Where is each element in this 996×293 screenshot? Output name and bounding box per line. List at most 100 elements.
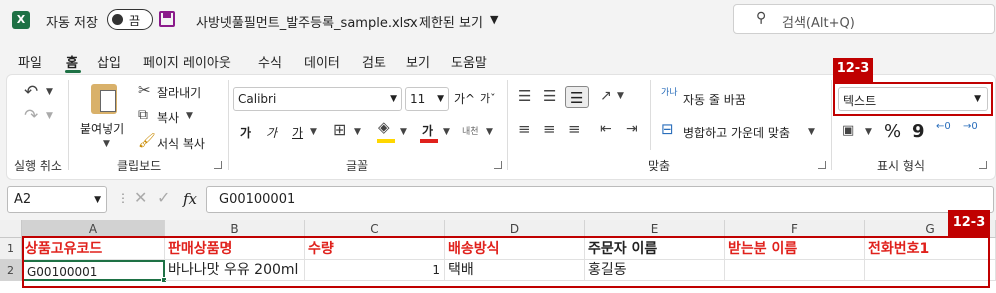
font-launcher-icon[interactable] [494,161,502,169]
row-header-2[interactable]: 2 [0,260,22,281]
chevron-down-icon[interactable]: ▼ [186,112,193,121]
increase-indent-icon[interactable]: ⇥ [626,122,638,136]
chevron-down-icon[interactable]: ▼ [46,88,53,97]
chevron-down-icon[interactable]: ▼ [865,128,872,137]
tab-view[interactable]: 보기 [406,52,430,71]
align-left-icon[interactable]: ≡ [518,122,531,137]
view-mode-label[interactable]: 제한된 보기 [419,12,483,31]
search-box[interactable]: ⚲ 검색(Alt+Q) [733,4,995,34]
font-color-bar [420,139,438,143]
formula-value: G00100001 [219,192,296,207]
number-launcher-icon[interactable] [979,161,987,169]
percent-button[interactable]: % [884,121,901,142]
formula-input[interactable]: G00100001 [206,186,994,213]
accounting-icon[interactable]: ▣ [842,124,854,137]
chevron-down-icon: ▼ [94,195,101,205]
paste-button[interactable]: 붙여넣기 [80,120,124,137]
align-center-icon[interactable]: ≡ [543,122,556,137]
orientation-icon[interactable]: ↗ [600,89,612,103]
font-size-select[interactable]: 11 ▼ [405,87,449,111]
cut-button[interactable]: 잘라내기 [157,84,201,101]
cancel-icon[interactable]: ✕ [134,190,147,206]
number-format-select[interactable]: 텍스트 ▼ [838,87,988,111]
separator [831,80,832,170]
italic-button[interactable]: 가 [266,124,277,141]
search-placeholder: 검색(Alt+Q) [782,16,855,31]
autosave-toggle[interactable]: 끔 [107,9,153,30]
undo-group-label: 실행 취소 [14,159,62,173]
tab-file[interactable]: 파일 [18,52,42,71]
decrease-decimal-icon[interactable]: →0 [963,122,978,132]
chevron-down-icon[interactable]: ▼ [486,128,493,137]
border-icon[interactable]: ⊞ [333,122,346,138]
name-box[interactable]: A2 ▼ [7,186,107,213]
comma-button[interactable]: 9 [912,121,925,142]
font-color-button[interactable]: 가 [422,122,433,139]
alignment-group-label: 맞춤 [648,159,671,173]
enter-icon[interactable]: ✓ [157,190,170,206]
chevron-down-icon[interactable]: ▼ [310,128,317,137]
decrease-indent-icon[interactable]: ⇤ [600,122,612,136]
font-name-select[interactable]: Calibri ▼ [233,87,402,111]
tab-home[interactable]: 홈 [66,52,78,71]
copy-icon[interactable]: ⧉ [138,108,148,122]
name-box-value: A2 [14,192,32,207]
scissors-icon[interactable]: ✂ [138,83,151,98]
increase-decimal-icon[interactable]: ←0 [936,122,951,132]
underline-button[interactable]: 가 [292,124,303,141]
fill-color-icon[interactable]: ◈ [378,120,390,135]
phonetic-button[interactable]: 내천 [462,124,479,137]
tab-formulas[interactable]: 수식 [258,52,282,71]
increase-font-button[interactable]: 가^ [454,90,475,107]
select-all-corner[interactable] [0,220,22,238]
align-middle-icon[interactable]: ☰ [543,89,556,104]
tab-page-layout[interactable]: 페이지 레이아웃 [143,52,231,71]
chevron-down-icon: ▼ [437,94,444,104]
merge-icon[interactable]: ⊟ [661,122,674,137]
align-bottom-button[interactable]: ☰ [565,86,589,108]
tab-data[interactable]: 데이터 [304,52,340,71]
font-group-label: 글꼴 [346,159,369,173]
clipboard-launcher-icon[interactable] [214,161,222,169]
align-bottom-icon: ☰ [570,89,584,107]
chevron-down-icon[interactable]: ▼ [617,92,624,101]
undo-icon[interactable]: ↶ [24,84,38,101]
separator [68,80,69,170]
save-icon[interactable] [159,11,175,27]
copy-button[interactable]: 복사 [157,109,179,126]
chevron-down-icon[interactable]: ▼ [443,128,450,137]
format-painter-button[interactable]: 서식 복사 [157,135,205,152]
insert-function-button[interactable]: fx [183,190,197,208]
more-options-icon[interactable]: ⋮ [117,192,129,204]
callout-badge: 12-3 [833,58,873,82]
chevron-down-icon[interactable]: ▼ [46,112,53,121]
align-right-icon[interactable]: ≡ [568,122,581,137]
tab-help[interactable]: 도움말 [451,52,487,71]
chevron-down-icon[interactable]: ▼ [490,13,498,26]
bold-button[interactable]: 가 [240,124,251,141]
excel-icon: X [12,11,30,29]
merge-center-button[interactable]: 병합하고 가운데 맞춤 [683,124,790,141]
row-header-1[interactable]: 1 [0,238,22,260]
title-bar: X 자동 저장 끔 사방넷풀필먼트_발주등록_sample.xlsx - 제한된… [0,0,996,40]
chevron-down-icon[interactable]: ▼ [354,128,361,137]
align-top-icon[interactable]: ☰ [518,89,531,104]
decrease-font-button[interactable]: 가ˇ [480,90,496,106]
separator [228,80,229,170]
alignment-launcher-icon[interactable] [818,161,826,169]
fill-color-bar [377,139,395,143]
file-name: 사방넷풀필먼트_발주등록_sample.xlsx [196,16,418,31]
wrap-text-button[interactable]: 자동 줄 바꿈 [683,91,746,108]
tab-home-underline [65,70,81,73]
format-painter-icon[interactable]: 🖌 [138,134,156,148]
tab-review[interactable]: 검토 [362,52,386,71]
font-name-value: Calibri [238,92,277,106]
wrap-text-icon[interactable]: 가나 [661,89,678,98]
redo-icon[interactable]: ↷ [24,108,38,125]
tab-insert[interactable]: 삽입 [97,52,121,71]
chevron-down-icon[interactable]: ▼ [808,128,815,137]
toggle-knob [112,14,123,25]
chevron-down-icon[interactable]: ▼ [103,140,110,149]
chevron-down-icon[interactable]: ▼ [400,128,407,137]
paste-icon[interactable] [91,84,117,114]
